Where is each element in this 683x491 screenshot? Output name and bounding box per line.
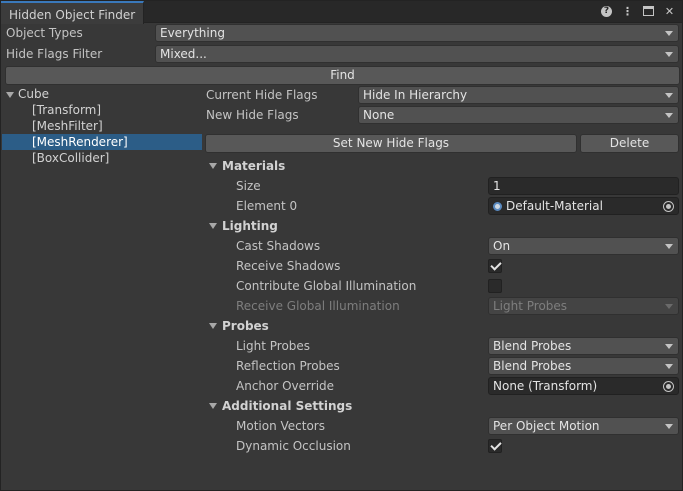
- tree-root-item[interactable]: Cube: [18, 86, 49, 102]
- object-types-value: Everything: [160, 26, 225, 40]
- object-types-dropdown[interactable]: Everything: [155, 24, 679, 42]
- cast-shadows-dropdown[interactable]: On: [488, 237, 679, 255]
- probes-header[interactable]: Probes: [222, 319, 269, 333]
- receive-shadows-label: Receive Shadows: [236, 259, 341, 273]
- chevron-down-icon: [665, 304, 673, 309]
- light-probes-label: Light Probes: [236, 339, 311, 353]
- receive-gi-label: Receive Global Illumination: [236, 299, 400, 313]
- anchor-override-label: Anchor Override: [236, 379, 335, 393]
- contribute-gi-checkbox[interactable]: [488, 279, 502, 293]
- tree-item-meshrenderer[interactable]: [MeshRenderer]: [2, 134, 202, 150]
- additional-settings-foldout-arrow-icon[interactable]: [209, 403, 217, 409]
- find-button[interactable]: Find: [5, 66, 680, 85]
- title-bar: Hidden Object Finder ? ⋮ ✕: [1, 1, 682, 24]
- tree-expand-arrow-icon[interactable]: [6, 92, 14, 98]
- delete-button[interactable]: Delete: [580, 134, 679, 153]
- new-hide-flags-dropdown[interactable]: None: [358, 106, 679, 124]
- current-hide-flags-value: Hide In Hierarchy: [363, 88, 468, 102]
- close-icon[interactable]: ✕: [663, 4, 676, 18]
- light-probes-value: Blend Probes: [493, 339, 572, 353]
- chevron-down-icon: [665, 52, 673, 57]
- materials-header[interactable]: Materials: [222, 159, 285, 173]
- motion-vectors-value: Per Object Motion: [493, 419, 600, 433]
- reflection-probes-dropdown[interactable]: Blend Probes: [488, 357, 679, 375]
- hide-flags-filter-label: Hide Flags Filter: [6, 47, 103, 61]
- tree-item-transform[interactable]: [Transform]: [32, 102, 101, 118]
- dynamic-occlusion-label: Dynamic Occlusion: [236, 439, 351, 453]
- chevron-down-icon: [665, 93, 673, 98]
- hide-flags-filter-value: Mixed...: [160, 47, 207, 61]
- lighting-header[interactable]: Lighting: [222, 219, 278, 233]
- contribute-gi-label: Contribute Global Illumination: [236, 279, 417, 293]
- dynamic-occlusion-checkbox[interactable]: [488, 439, 502, 453]
- receive-gi-dropdown: Light Probes: [488, 297, 679, 315]
- materials-foldout-arrow-icon[interactable]: [209, 163, 217, 169]
- additional-settings-header[interactable]: Additional Settings: [222, 399, 352, 413]
- receive-shadows-checkbox[interactable]: [488, 259, 502, 273]
- receive-gi-value: Light Probes: [493, 299, 568, 313]
- tree-item-boxcollider[interactable]: [BoxCollider]: [32, 150, 109, 166]
- current-hide-flags-label: Current Hide Flags: [206, 88, 318, 102]
- chevron-down-icon: [665, 244, 673, 249]
- element0-label: Element 0: [236, 199, 298, 213]
- chevron-down-icon: [665, 424, 673, 429]
- motion-vectors-label: Motion Vectors: [236, 419, 325, 433]
- material-icon: [493, 202, 502, 211]
- light-probes-dropdown[interactable]: Blend Probes: [488, 337, 679, 355]
- help-icon[interactable]: ?: [600, 4, 613, 18]
- probes-foldout-arrow-icon[interactable]: [209, 323, 217, 329]
- reflection-probes-value: Blend Probes: [493, 359, 572, 373]
- motion-vectors-dropdown[interactable]: Per Object Motion: [488, 417, 679, 435]
- tree-item-meshfilter[interactable]: [MeshFilter]: [32, 118, 103, 134]
- set-new-hide-flags-button[interactable]: Set New Hide Flags: [205, 134, 577, 153]
- chevron-down-icon: [665, 113, 673, 118]
- object-picker-icon[interactable]: [663, 381, 674, 392]
- title-bar-icons: ? ⋮ ✕: [600, 4, 676, 18]
- object-types-label: Object Types: [6, 26, 83, 40]
- element0-object-field[interactable]: Default-Material: [488, 197, 679, 215]
- element0-value: Default-Material: [506, 199, 603, 213]
- size-input[interactable]: 1: [488, 177, 679, 195]
- lighting-foldout-arrow-icon[interactable]: [209, 223, 217, 229]
- editor-window: Hidden Object Finder ? ⋮ ✕ Object Types …: [0, 0, 683, 491]
- new-hide-flags-value: None: [363, 108, 395, 122]
- anchor-override-value: None (Transform): [493, 379, 598, 393]
- reflection-probes-label: Reflection Probes: [236, 359, 340, 373]
- hide-flags-filter-dropdown[interactable]: Mixed...: [155, 45, 679, 63]
- chevron-down-icon: [665, 364, 673, 369]
- chevron-down-icon: [665, 344, 673, 349]
- kebab-menu-icon[interactable]: ⋮: [621, 4, 634, 18]
- maximize-icon[interactable]: [642, 4, 655, 18]
- object-picker-icon[interactable]: [663, 201, 674, 212]
- window-tab[interactable]: Hidden Object Finder: [1, 1, 145, 24]
- cast-shadows-value: On: [493, 239, 511, 253]
- cast-shadows-label: Cast Shadows: [236, 239, 321, 253]
- current-hide-flags-dropdown[interactable]: Hide In Hierarchy: [358, 86, 679, 104]
- size-label: Size: [236, 179, 261, 193]
- chevron-down-icon: [665, 31, 673, 36]
- anchor-override-object-field[interactable]: None (Transform): [488, 377, 679, 395]
- new-hide-flags-label: New Hide Flags: [206, 108, 299, 122]
